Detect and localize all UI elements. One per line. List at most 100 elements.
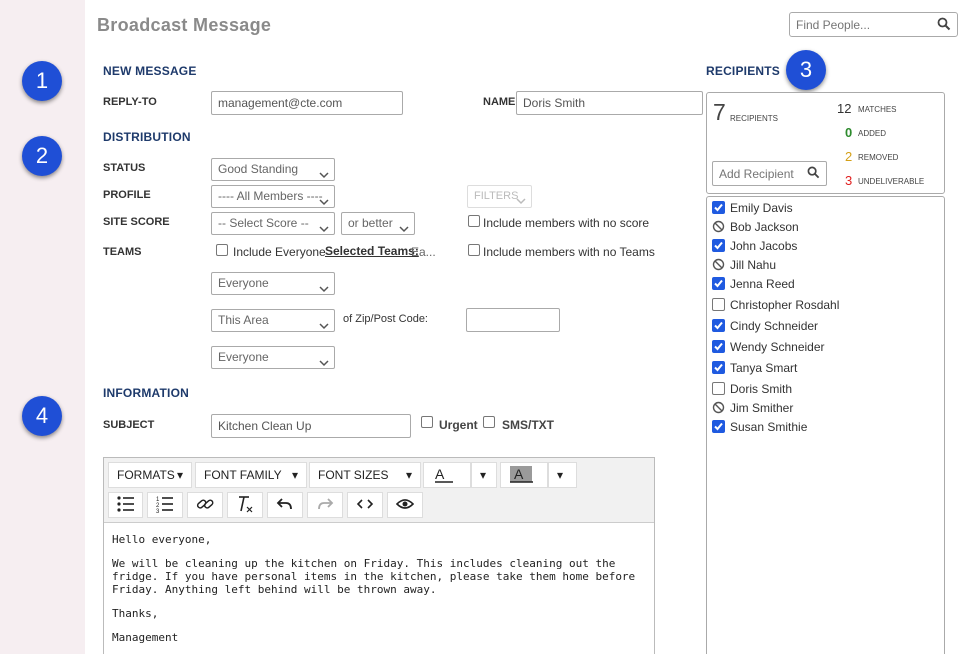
- recipient-item[interactable]: Christopher Rosdahl: [712, 298, 839, 312]
- search-icon[interactable]: [807, 166, 820, 182]
- unchecked-checkbox-icon[interactable]: [712, 298, 725, 311]
- blocked-icon[interactable]: [712, 220, 725, 233]
- filters-button[interactable]: FILTERS: [467, 185, 532, 208]
- background-color-icon[interactable]: A: [500, 462, 548, 488]
- removed-label: REMOVED: [858, 153, 899, 162]
- blocked-icon[interactable]: [712, 258, 725, 271]
- name-input[interactable]: Doris Smith: [516, 91, 703, 115]
- recipient-item[interactable]: Bob Jackson: [712, 220, 799, 234]
- unchecked-checkbox-icon[interactable]: [712, 382, 725, 395]
- no-score-checkbox[interactable]: [468, 215, 480, 227]
- numbered-list-icon[interactable]: 123: [147, 492, 183, 518]
- checked-checkbox-icon[interactable]: [712, 340, 725, 353]
- add-recipient-input[interactable]: [713, 162, 803, 185]
- recipient-item[interactable]: Jim Smither: [712, 401, 793, 415]
- find-people-input[interactable]: [790, 13, 930, 36]
- site-score-select[interactable]: -- Select Score --: [211, 212, 335, 235]
- include-everyone-checkbox[interactable]: [216, 244, 228, 256]
- urgent-label: Urgent: [439, 418, 478, 432]
- editor-content[interactable]: Hello everyone, We will be cleaning up t…: [104, 523, 654, 654]
- source-code-icon[interactable]: [347, 492, 383, 518]
- step-badge-4: 4: [22, 396, 62, 436]
- area-select[interactable]: This Area: [211, 309, 335, 332]
- preview-eye-icon[interactable]: [387, 492, 423, 518]
- include-everyone-label: Include Everyone: [233, 245, 326, 259]
- area-select-value: This Area: [218, 313, 269, 327]
- sms-checkbox[interactable]: [483, 416, 495, 428]
- checked-checkbox-icon[interactable]: [712, 277, 725, 290]
- checked-checkbox-icon[interactable]: [712, 420, 725, 433]
- chevron-down-icon: [319, 353, 329, 374]
- urgent-checkbox[interactable]: [421, 416, 433, 428]
- reply-to-input[interactable]: management@cte.com: [211, 91, 403, 115]
- formats-dropdown[interactable]: FORMATS ▾: [108, 462, 192, 488]
- added-value: 0: [845, 125, 853, 140]
- added-label: ADDED: [858, 129, 887, 138]
- font-family-dropdown[interactable]: FONT FAMILY ▾: [195, 462, 307, 488]
- recipient-item[interactable]: Cindy Schneider: [712, 319, 818, 333]
- search-icon[interactable]: [937, 17, 951, 34]
- or-better-select-value: or better: [348, 216, 393, 230]
- blocked-icon[interactable]: [712, 401, 725, 414]
- editor-toolbar: FORMATS ▾ FONT FAMILY ▾ FONT SIZES ▾ A ▾…: [104, 458, 654, 523]
- recipient-item[interactable]: Wendy Schneider: [712, 340, 825, 354]
- information-heading: INFORMATION: [103, 386, 189, 400]
- find-people-search[interactable]: [789, 12, 958, 37]
- matches-label: MATCHES: [858, 105, 897, 114]
- recipient-item[interactable]: Doris Smith: [712, 382, 792, 396]
- font-family-label: FONT FAMILY: [204, 468, 282, 482]
- recipient-name: Tanya Smart: [730, 361, 798, 375]
- bullet-list-icon[interactable]: [108, 492, 143, 518]
- message-closing: Thanks,: [112, 607, 159, 620]
- recipient-item[interactable]: Jenna Reed: [712, 277, 795, 291]
- selected-teams-value: Ea...: [411, 245, 436, 259]
- removed-value: 2: [845, 149, 853, 164]
- recipient-name: Doris Smith: [730, 382, 793, 396]
- message-paragraph: We will be cleaning up the kitchen on Fr…: [112, 557, 636, 596]
- everyone-select-1[interactable]: Everyone: [211, 272, 335, 295]
- text-color-caret-icon[interactable]: ▾: [471, 462, 497, 488]
- font-sizes-dropdown[interactable]: FONT SIZES ▾: [309, 462, 421, 488]
- message-editor[interactable]: FORMATS ▾ FONT FAMILY ▾ FONT SIZES ▾ A ▾…: [103, 457, 655, 654]
- status-select[interactable]: Good Standing: [211, 158, 335, 181]
- recipient-item[interactable]: Tanya Smart: [712, 361, 797, 375]
- profile-select[interactable]: ---- All Members ----: [211, 185, 335, 208]
- new-message-heading: NEW MESSAGE: [103, 64, 197, 78]
- zip-input[interactable]: [466, 308, 560, 332]
- chevron-down-icon: [319, 192, 329, 213]
- recipient-name: Jenna Reed: [730, 277, 795, 291]
- checked-checkbox-icon[interactable]: [712, 361, 725, 374]
- background-color-caret-icon[interactable]: ▾: [548, 462, 577, 488]
- selected-teams-link[interactable]: Selected Teams:: [325, 244, 419, 258]
- redo-icon[interactable]: [307, 492, 343, 518]
- recipient-item[interactable]: Susan Smithie: [712, 420, 807, 434]
- link-icon[interactable]: [187, 492, 223, 518]
- or-better-select[interactable]: or better: [341, 212, 415, 235]
- reply-to-label: REPLY-TO: [103, 96, 157, 108]
- subject-label: SUBJECT: [103, 419, 155, 431]
- subject-input[interactable]: Kitchen Clean Up: [211, 414, 411, 438]
- recipients-count-label: RECIPIENTS: [730, 114, 779, 123]
- message-signature: Management: [112, 631, 179, 644]
- everyone-select-2[interactable]: Everyone: [211, 346, 335, 369]
- checked-checkbox-icon[interactable]: [712, 239, 725, 252]
- recipient-name: Susan Smithie: [730, 420, 808, 434]
- chevron-down-icon: [319, 219, 329, 240]
- no-teams-checkbox[interactable]: [468, 244, 480, 256]
- undo-icon[interactable]: [267, 492, 303, 518]
- caret-down-icon: ▾: [176, 468, 183, 482]
- recipient-item[interactable]: Jill Nahu: [712, 258, 776, 272]
- add-recipient-field[interactable]: [712, 161, 827, 186]
- chevron-down-icon: [516, 192, 526, 213]
- clear-formatting-icon[interactable]: [227, 492, 263, 518]
- recipient-item[interactable]: John Jacobs: [712, 239, 797, 253]
- matches-value: 12: [837, 101, 852, 116]
- checked-checkbox-icon[interactable]: [712, 319, 725, 332]
- chevron-down-icon: [319, 279, 329, 300]
- site-score-label: SITE SCORE: [103, 216, 170, 228]
- teams-label: TEAMS: [103, 246, 142, 258]
- text-color-icon[interactable]: A: [423, 462, 471, 488]
- recipient-item[interactable]: Emily Davis: [712, 201, 793, 215]
- recipients-count: 7: [713, 99, 726, 125]
- checked-checkbox-icon[interactable]: [712, 201, 725, 214]
